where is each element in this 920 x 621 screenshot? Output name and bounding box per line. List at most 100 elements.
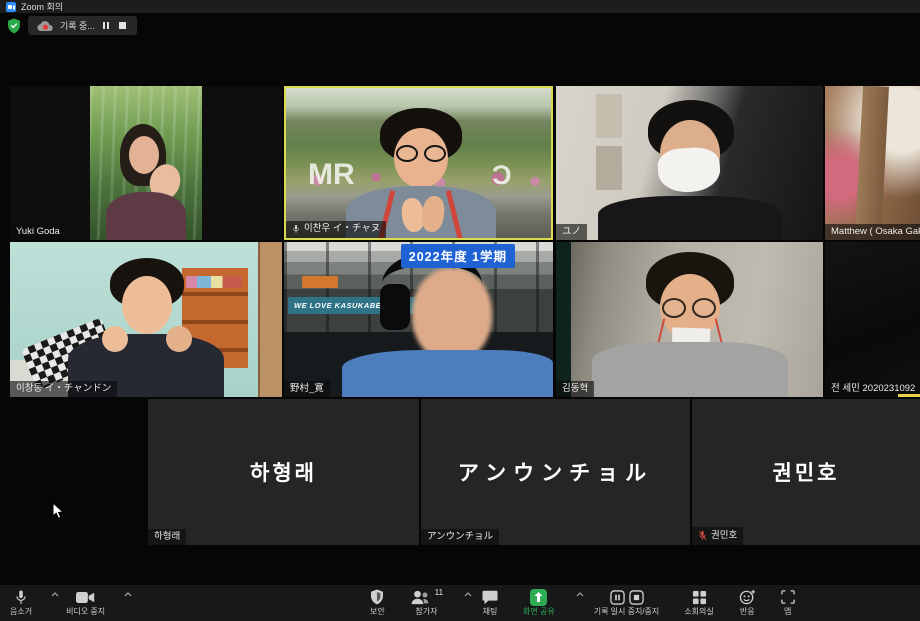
pause-icon[interactable] bbox=[610, 590, 625, 605]
breakout-rooms-icon bbox=[692, 590, 707, 605]
video-camera-icon bbox=[76, 591, 95, 604]
participant-figure bbox=[102, 326, 128, 352]
chevron-up-icon[interactable] bbox=[51, 592, 59, 597]
recording-controls-label: 기록 일시 중지/중지 bbox=[594, 608, 660, 616]
books bbox=[186, 276, 242, 288]
semester-badge-text: 2022年度 1学期 bbox=[409, 250, 507, 264]
participant-name-label: 野村_寛 bbox=[284, 381, 330, 398]
chevron-up-icon[interactable] bbox=[464, 592, 472, 597]
participant-name-label: アンウンチョル bbox=[421, 529, 499, 546]
zoom-app-icon bbox=[6, 2, 16, 12]
participant-name-label: 하형래 bbox=[148, 529, 186, 546]
banner-text: WE LOVE KASUKABE!! bbox=[294, 301, 387, 310]
participants-button[interactable]: 11 참가자 bbox=[406, 585, 461, 621]
participant-name-label: Matthew ( Osaka Gakuin Un bbox=[825, 224, 920, 241]
video-tile-active-speaker[interactable]: MR Ɔ 이찬우 イ・チャヌ bbox=[284, 86, 553, 240]
participant-big-name: 권민호 bbox=[773, 457, 840, 487]
video-tile-an-unchol[interactable]: アンウンチョル アンウンチョル bbox=[421, 399, 690, 545]
breakout-rooms-label: 소회의실 bbox=[684, 608, 713, 616]
participant-name: 권민호 bbox=[711, 531, 737, 541]
participants-label: 참가자 bbox=[415, 608, 437, 616]
sign-text-left: MR bbox=[308, 158, 355, 192]
participant-name-label: Yuki Goda bbox=[10, 224, 66, 241]
shield-icon bbox=[370, 589, 384, 605]
participant-name: 이창동 イ・チャンドン bbox=[16, 384, 111, 394]
participant-name: 이찬우 イ・チャヌ bbox=[304, 224, 380, 234]
participants-icon bbox=[410, 590, 430, 605]
participant-figure bbox=[342, 350, 553, 397]
stop-icon[interactable] bbox=[629, 590, 644, 605]
video-tile-yuki-goda[interactable]: Yuki Goda bbox=[10, 86, 282, 240]
share-screen-button[interactable]: 화면 공유 bbox=[519, 585, 573, 621]
face-mask bbox=[657, 146, 721, 193]
participant-name-label: 김동혁 bbox=[556, 381, 594, 398]
stop-video-button[interactable]: 비디오 중지 bbox=[62, 585, 121, 621]
recording-pill: 기록 중... bbox=[28, 16, 137, 35]
mouse-cursor bbox=[52, 502, 65, 520]
participant-name: Yuki Goda bbox=[16, 227, 60, 237]
participant-name: 하형래 bbox=[154, 532, 180, 542]
sign-text-right: Ɔ bbox=[492, 160, 512, 191]
chevron-up-icon[interactable] bbox=[576, 592, 584, 597]
participant-figure bbox=[166, 326, 192, 352]
blur-column bbox=[855, 86, 889, 240]
share-screen-label: 화면 공유 bbox=[523, 608, 555, 616]
participant-name-label: 이창동 イ・チャンドン bbox=[10, 381, 117, 398]
participant-big-name: 하형래 bbox=[250, 457, 317, 487]
chat-icon bbox=[482, 590, 498, 605]
chevron-up-icon[interactable] bbox=[124, 592, 132, 597]
participant-figure bbox=[106, 192, 186, 240]
video-tile-jeon-semin[interactable]: 전 세민 2020231092 bbox=[825, 242, 920, 397]
round-glasses bbox=[692, 298, 716, 318]
microphone-icon bbox=[292, 224, 300, 234]
train bbox=[302, 276, 338, 288]
apps-icon bbox=[781, 590, 795, 604]
headphone-earcup bbox=[380, 284, 410, 330]
participant-name: ユノ bbox=[562, 227, 581, 237]
video-tile-kwon-minho[interactable]: 권민호 권민호 bbox=[692, 399, 920, 545]
reactions-icon bbox=[739, 589, 756, 605]
stop-recording-button[interactable] bbox=[117, 20, 128, 31]
video-tile-kim-donghyuk[interactable]: 김동혁 bbox=[556, 242, 823, 397]
video-tile-yuno[interactable]: ユノ bbox=[556, 86, 823, 240]
recording-indicator: 기록 중... bbox=[7, 16, 137, 35]
microphone-muted-icon bbox=[698, 530, 707, 541]
participant-name-label: 이찬우 イ・チャヌ bbox=[286, 221, 386, 238]
apps-label: 앱 bbox=[784, 608, 791, 616]
video-tile-matthew[interactable]: Matthew ( Osaka Gakuin Un bbox=[825, 86, 920, 240]
glasses bbox=[424, 145, 446, 162]
shelf bbox=[596, 94, 622, 138]
stop-video-label: 비디오 중지 bbox=[66, 608, 105, 616]
participants-count: 11 bbox=[435, 588, 443, 597]
video-tile-nomura[interactable]: WE LOVE KASUKABE!! 2022年度 1学期 野村_寛 bbox=[284, 242, 553, 397]
glasses bbox=[396, 145, 418, 162]
semester-badge: 2022年度 1学期 bbox=[401, 244, 515, 268]
share-screen-icon bbox=[530, 589, 547, 606]
participant-name-label: 권민호 bbox=[692, 527, 743, 545]
microphone-icon bbox=[14, 589, 28, 606]
video-tile-lee-changdong[interactable]: 이창동 イ・チャンドン bbox=[10, 242, 282, 397]
participant-name: アンウンチョル bbox=[427, 532, 493, 542]
security-label: 보안 bbox=[370, 608, 385, 616]
security-verified-shield-icon bbox=[7, 18, 21, 34]
participant-big-name: アンウンチョル bbox=[458, 457, 653, 487]
recording-controls[interactable]: 기록 일시 중지/중지 bbox=[590, 585, 664, 621]
reactions-button[interactable]: 반응 bbox=[735, 585, 760, 621]
security-button[interactable]: 보안 bbox=[366, 585, 389, 621]
chat-button[interactable]: 채팅 bbox=[478, 585, 502, 621]
participant-name-label: ユノ bbox=[556, 224, 587, 241]
recording-status-text: 기록 중... bbox=[60, 19, 95, 32]
video-tile-ha-hyungrae[interactable]: 하형래 하형래 bbox=[148, 399, 419, 545]
recording-cloud-icon bbox=[37, 20, 54, 32]
door bbox=[258, 242, 282, 397]
mute-button[interactable]: 음소거 bbox=[6, 585, 48, 621]
meeting-toolbar: 음소거 비디오 중지 bbox=[0, 585, 920, 621]
participant-name: Matthew ( Osaka Gakuin Un bbox=[831, 227, 920, 237]
round-glasses bbox=[662, 298, 686, 318]
window-title: Zoom 회의 bbox=[21, 0, 63, 13]
participant-name: 전 세민 2020231092 bbox=[831, 384, 915, 394]
pause-recording-button[interactable] bbox=[101, 20, 111, 31]
apps-button[interactable]: 앱 bbox=[777, 585, 799, 621]
dark-edge bbox=[556, 242, 571, 397]
breakout-rooms-button[interactable]: 소회의실 bbox=[680, 585, 717, 621]
